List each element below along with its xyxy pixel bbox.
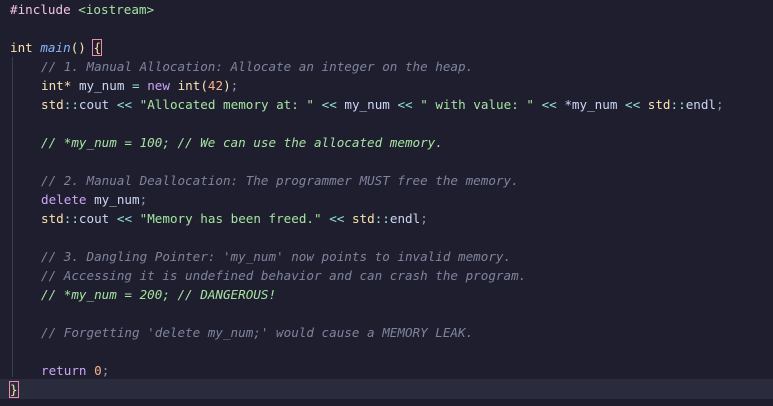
comment: // Accessing it is undefined behavior an… [41,268,527,283]
code-line-11[interactable]: delete my_num; [41,190,147,209]
operator: << [329,211,345,226]
code-line-16[interactable]: // *my_num = 200; // DANGEROUS! [41,285,276,304]
type-keyword: int [177,78,201,93]
semicolon: ; [716,97,724,112]
string-literal: " with value: " [420,97,534,112]
paren: ( [200,78,208,93]
operator: = [132,78,140,93]
keyword: delete [41,192,87,207]
code-line-20[interactable]: return 0; [41,361,109,380]
code-line-12[interactable]: std::cout << "Memory has been freed." <<… [41,209,428,228]
operator: << [541,97,557,112]
identifier: my_num [78,78,125,93]
semicolon: ; [101,363,110,378]
comment: // 3. Dangling Pointer: 'my_num' now poi… [41,249,512,264]
comment: // 2. Manual Deallocation: The programme… [41,173,519,188]
paren: ) [223,78,231,93]
code-line-10[interactable]: // 2. Manual Deallocation: The programme… [41,171,519,190]
keyword: new [147,78,170,93]
operator: << [321,97,337,112]
code-line-3[interactable]: int main() { [10,38,102,57]
identifier: my_num [344,97,390,112]
indent-guide [12,57,13,377]
semicolon: ; [139,192,148,207]
code-line-15[interactable]: // Accessing it is undefined behavior an… [41,266,526,285]
return-type: int [10,40,33,55]
scope-operator: :: [63,211,79,226]
identifier: endl [389,211,421,226]
code-line-8[interactable]: // *my_num = 100; // We can use the allo… [41,133,443,152]
current-line-highlight [0,379,773,399]
scope-operator: :: [63,97,79,112]
operator: << [625,97,641,112]
string-literal: "Memory has been freed." [139,211,322,226]
scope-operator: :: [670,97,686,112]
comment: // 1. Manual Allocation: Allocate an int… [41,59,474,74]
number-literal: 42 [207,78,224,93]
namespace: std [41,97,64,112]
operator: << [397,97,413,112]
close-brace: } [9,381,19,398]
code-line-1[interactable]: #include <iostream> [10,0,154,19]
function-name: main [40,40,71,55]
open-brace: { [92,39,102,56]
parameter-list: () [70,40,86,55]
comment: // *my_num = 200; // DANGEROUS! [41,287,277,302]
code-line-5[interactable]: int* my_num = new int(42); [41,76,238,95]
preprocessor-directive: #include [10,2,71,17]
include-header: <iostream> [78,2,155,17]
identifier: endl [685,97,717,112]
operator: << [116,97,133,112]
namespace: std [647,97,671,112]
code-editor[interactable]: #include <iostream> int main() { // 1. M… [0,0,773,406]
code-line-4[interactable]: // 1. Manual Allocation: Allocate an int… [41,57,473,76]
operator: << [116,211,133,226]
identifier: my_num [94,192,140,207]
identifier: cout [78,97,110,112]
string-literal: "Allocated memory at: " [139,97,315,112]
code-line-21[interactable]: } [9,380,19,399]
identifier: *my_num [564,97,618,112]
identifier: cout [78,211,110,226]
scope-operator: :: [374,211,390,226]
code-line-18[interactable]: // Forgetting 'delete my_num;' would cau… [41,323,473,342]
semicolon: ; [420,211,428,226]
number-literal: 0 [94,363,102,378]
keyword: return [41,363,87,378]
semicolon: ; [230,78,239,93]
comment: // Forgetting 'delete my_num;' would cau… [41,325,474,340]
code-line-6[interactable]: std::cout << "Allocated memory at: " << … [41,95,724,114]
type-keyword: int* [41,78,72,93]
comment: // *my_num = 100; // We can use the allo… [41,135,443,150]
namespace: std [41,211,64,226]
code-line-14[interactable]: // 3. Dangling Pointer: 'my_num' now poi… [41,247,511,266]
namespace: std [351,211,375,226]
